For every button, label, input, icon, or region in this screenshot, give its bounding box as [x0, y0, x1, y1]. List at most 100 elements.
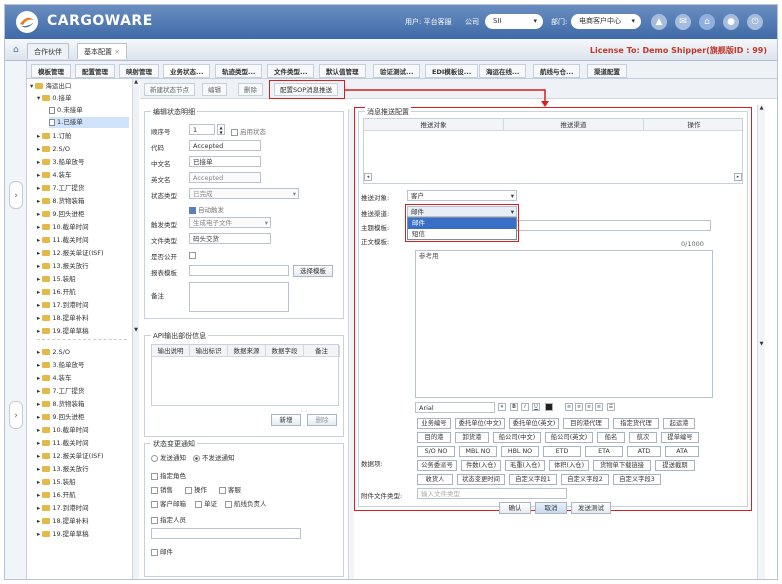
subtab-route-warehouse[interactable]: 航线与仓...	[533, 64, 581, 78]
data-tag[interactable]: 提送截期	[655, 460, 695, 471]
data-tag[interactable]: 公务委派号	[417, 460, 457, 471]
subtab-business-status[interactable]: 业务状态...	[163, 64, 211, 78]
channel-option-sms[interactable]: 短信	[408, 229, 516, 240]
align-center-icon[interactable]: ≡	[575, 403, 583, 411]
order-input[interactable]: 1	[189, 124, 215, 135]
tree-node[interactable]: ▸ 13.报关放行	[37, 261, 89, 272]
report-template-input[interactable]	[189, 265, 289, 276]
tree-node[interactable]: ▸ 17.到港时间	[37, 300, 89, 311]
dept-select[interactable]: 电商客户中心 ▾	[571, 14, 641, 29]
role-group-checkbox[interactable]: 指定角色	[151, 470, 186, 480]
tree-node[interactable]: ▾ 0.接单	[37, 93, 72, 104]
chevron-down-icon[interactable]: ▾	[498, 403, 506, 411]
push-target-select[interactable]: 客户 ▾	[407, 190, 517, 201]
data-tag[interactable]: 自定义字段1	[509, 474, 557, 485]
bell-icon[interactable]: ▲	[651, 14, 667, 30]
tree-node[interactable]: ▸ 10.截单时间	[37, 222, 89, 233]
data-tag[interactable]: 自定义字段3	[613, 474, 661, 485]
subtab-mapping[interactable]: 映射管理	[119, 64, 159, 78]
add-api-button[interactable]: 新增	[271, 414, 301, 426]
tree-node[interactable]: ▸ 17.到港时间	[37, 503, 89, 514]
scroll-up-icon[interactable]: ▲	[133, 79, 139, 87]
data-tag[interactable]: 业务编号	[417, 418, 451, 429]
data-tag[interactable]: 航次	[629, 432, 657, 443]
tree-node[interactable]: ▸ 15.装船	[37, 477, 76, 488]
tree-node[interactable]: ▸ 7.工厂提货	[37, 386, 85, 397]
list-icon[interactable]: ☰	[607, 403, 615, 411]
column-header[interactable]: 输出标识	[190, 345, 228, 357]
data-tag[interactable]: HBL NO	[501, 446, 539, 457]
send-test-button[interactable]: 发送测试	[571, 502, 611, 514]
mail-icon[interactable]: ✉	[675, 14, 691, 30]
tree-node[interactable]: ▸ 1.订舱	[37, 131, 72, 142]
power-icon[interactable]: ⏻	[747, 14, 763, 30]
tree-node[interactable]: ▸ 7.工厂提货	[37, 183, 85, 194]
tree-node[interactable]: ▾ 海运出口	[30, 81, 71, 92]
data-tag[interactable]: MBL NO	[459, 446, 497, 457]
expand-icon[interactable]: ›	[9, 401, 23, 429]
edit-button[interactable]: 编辑	[202, 83, 227, 96]
data-tag[interactable]: 船公司(英文)	[545, 432, 593, 443]
send-notify-radio[interactable]: 发送通知	[151, 452, 186, 462]
data-tag[interactable]: 提单编号	[661, 432, 699, 443]
subtab-file-type[interactable]: 文件类型...	[267, 64, 315, 78]
column-header[interactable]: 输出说明	[152, 345, 190, 357]
en-name-input[interactable]: Accepted	[189, 172, 261, 183]
align-left-icon[interactable]: ≡	[565, 403, 573, 411]
tree-node[interactable]: ▸ 9.回头进柜	[37, 209, 85, 220]
tree-node[interactable]: ▸ 3.船单放号	[37, 157, 85, 168]
confirm-button[interactable]: 确认	[499, 502, 531, 514]
column-header[interactable]: 数据来源	[228, 345, 266, 357]
tree-node[interactable]: ▸ 19.提单草稿	[37, 326, 89, 337]
scroll-right-icon[interactable]: ▸	[734, 173, 742, 181]
expand-icon[interactable]: ›	[9, 181, 23, 209]
tab-basic-config[interactable]: 基本配置 ×	[77, 43, 128, 59]
data-tag[interactable]: ATD	[627, 446, 661, 457]
data-tag[interactable]: 自定义字段2	[561, 474, 609, 485]
data-tag[interactable]: 货物单下载链接	[593, 460, 651, 471]
tree-node[interactable]: ▸ 11.截关时间	[37, 235, 89, 246]
data-tag[interactable]: 毛重(入仓)	[505, 460, 545, 471]
subtab-channel-config[interactable]: 渠道配置	[587, 64, 627, 78]
data-tag[interactable]: 委托单位(中文)	[455, 418, 505, 429]
select-template-button[interactable]: 选择模板	[293, 265, 333, 277]
user-icon[interactable]: ●	[723, 14, 739, 30]
subtab-edi-template[interactable]: EDI模板设...	[425, 64, 479, 78]
scroll-down-icon[interactable]: ▼	[133, 327, 139, 335]
status-type-select[interactable]: 已完成 ▾	[189, 188, 299, 199]
tree-node[interactable]: ▸ 18.提单补料	[37, 313, 89, 324]
tab-partners[interactable]: 合作伙伴	[27, 43, 69, 59]
assign-person-input[interactable]	[151, 528, 301, 539]
tree-node[interactable]: ▸ 15.装船	[37, 274, 76, 285]
data-tag[interactable]: 委托单位(英文)	[509, 418, 559, 429]
email-checkbox[interactable]: 邮件	[151, 546, 173, 556]
tree-node[interactable]: ▸ 16.开航	[37, 287, 76, 298]
body-template-textarea[interactable]: 参考用	[415, 250, 713, 398]
tree-node[interactable]: ▸ 2.S/O	[37, 144, 70, 155]
tree-node[interactable]: ▸ 18.提单补料	[37, 516, 89, 527]
role-sales-checkbox[interactable]: 销售	[151, 484, 173, 494]
remark-textarea[interactable]	[189, 282, 289, 312]
tree-node[interactable]: ▸ 4.装车	[37, 373, 72, 384]
public-checkbox[interactable]	[189, 251, 198, 259]
tree-node[interactable]: ▸ 19.提单草稿	[37, 529, 89, 540]
data-tag[interactable]: 状态变更时间	[457, 474, 505, 485]
subtab-ocean-online[interactable]: 海运在线...	[479, 64, 527, 78]
data-tag[interactable]: 船名	[597, 432, 625, 443]
column-header[interactable]: 操作	[644, 119, 744, 131]
role-ops-checkbox[interactable]: 操作	[185, 484, 207, 494]
tree-node[interactable]: 0.未接单	[49, 105, 83, 116]
subtab-track-type[interactable]: 轨迹类型...	[215, 64, 263, 78]
align-right-icon[interactable]: ≡	[585, 403, 593, 411]
delete-button[interactable]: 删除	[238, 83, 263, 96]
column-header[interactable]: 推送渠道	[504, 119, 644, 131]
data-tag[interactable]: ATA	[665, 446, 699, 457]
tree-node[interactable]: ▸ 9.回头进柜	[37, 412, 85, 423]
data-tag[interactable]: ETD	[543, 446, 581, 457]
role-customer-mail-checkbox[interactable]: 客户邮箱	[151, 498, 186, 508]
align-justify-icon[interactable]: ≡	[595, 403, 603, 411]
role-service-checkbox[interactable]: 客服	[219, 484, 241, 494]
file-type-input[interactable]: 码头交货	[189, 233, 271, 244]
scroll-up-icon[interactable]: ▲	[758, 105, 765, 113]
attach-type-input[interactable]: 输入文件类型	[417, 488, 567, 499]
